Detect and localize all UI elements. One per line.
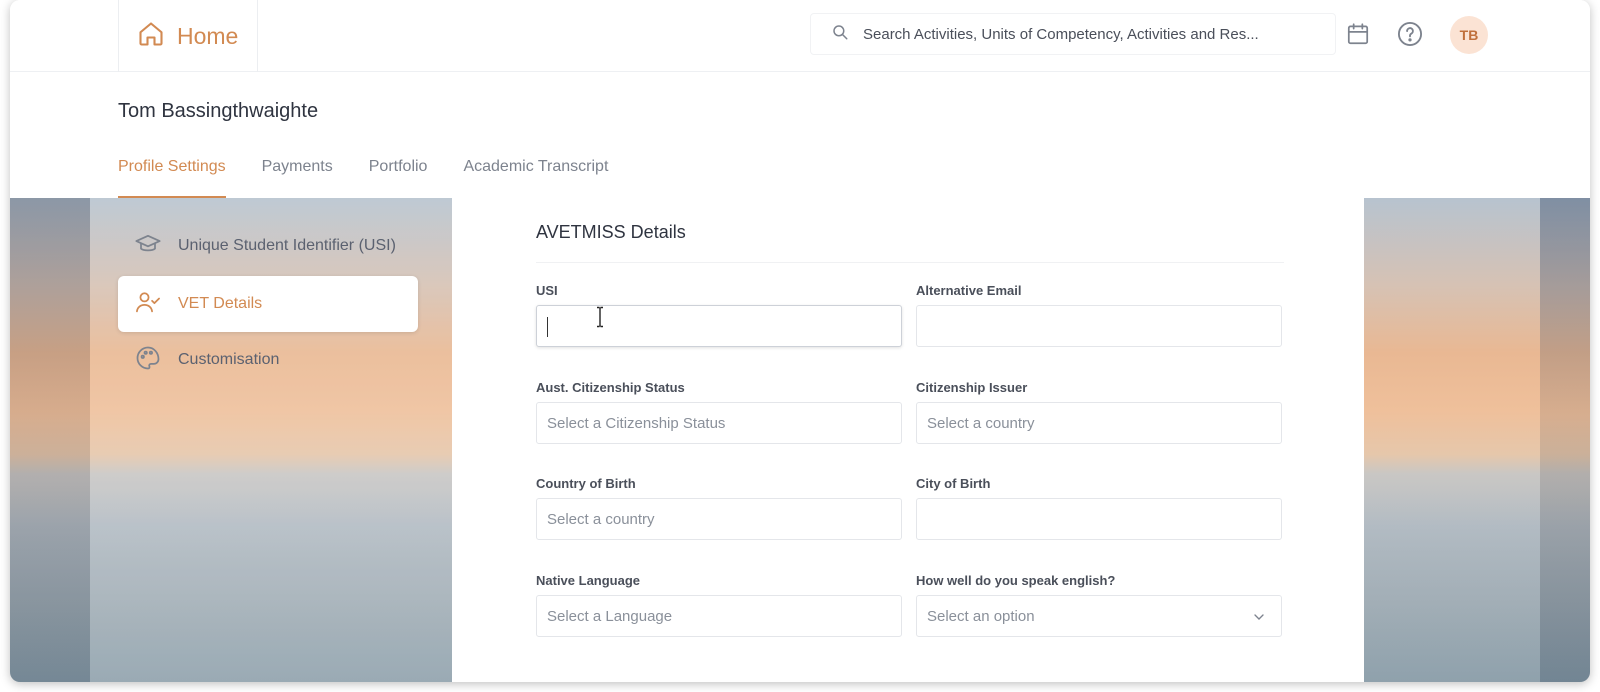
profile-name: Tom Bassingthwaighte xyxy=(118,100,319,122)
avetmiss-form-panel: AVETMISS Details USI Alternative Email A… xyxy=(452,198,1364,682)
sidebar-item-vet-details[interactable]: VET Details xyxy=(118,276,418,332)
native-language-select[interactable] xyxy=(536,595,902,637)
search-input[interactable] xyxy=(863,25,1303,43)
citizenship-status-select[interactable] xyxy=(536,402,902,444)
sidebar-item-customisation[interactable]: Customisation xyxy=(118,332,418,388)
usi-field[interactable] xyxy=(536,305,902,347)
tab-profile-settings[interactable]: Profile Settings xyxy=(118,156,226,198)
section-title: AVETMISS Details xyxy=(536,222,686,242)
home-label: Home xyxy=(177,22,239,49)
english-proficiency-input[interactable] xyxy=(927,607,1281,625)
sidebar-item-usi[interactable]: Unique Student Identifier (USI) xyxy=(118,218,418,274)
english-proficiency-label: How well do you speak english? xyxy=(916,573,1116,588)
alternative-email-label: Alternative Email xyxy=(916,283,1022,298)
graduation-cap-icon xyxy=(134,230,162,263)
usi-label: USI xyxy=(536,283,558,298)
background-edge-right xyxy=(1540,198,1590,682)
home-button[interactable]: Home xyxy=(118,0,258,72)
native-language-label: Native Language xyxy=(536,573,641,588)
calendar-icon[interactable] xyxy=(1344,20,1372,48)
citizenship-status-input[interactable] xyxy=(547,414,901,432)
background-edge-left xyxy=(10,198,90,682)
ibeam-cursor-icon xyxy=(594,306,606,328)
country-of-birth-label: Country of Birth xyxy=(536,476,636,491)
top-header: Home TB xyxy=(10,0,1590,72)
citizenship-issuer-input[interactable] xyxy=(927,414,1281,432)
alternative-email-input[interactable] xyxy=(927,317,1281,335)
sidebar-item-label: Unique Student Identifier (USI) xyxy=(178,237,396,254)
user-check-icon xyxy=(134,288,162,321)
alternative-email-field[interactable] xyxy=(916,305,1282,347)
tab-portfolio[interactable]: Portfolio xyxy=(369,156,428,198)
text-caret xyxy=(547,317,548,337)
chevron-down-icon xyxy=(1251,609,1267,625)
sidebar-item-label: Customisation xyxy=(178,351,280,368)
section-divider xyxy=(536,262,1284,263)
city-of-birth-input[interactable] xyxy=(927,510,1281,528)
help-icon[interactable] xyxy=(1396,20,1424,48)
avatar[interactable]: TB xyxy=(1450,16,1488,54)
profile-tabs: Profile Settings Payments Portfolio Acad… xyxy=(118,156,608,198)
search-bar[interactable] xyxy=(810,13,1336,55)
citizenship-issuer-label: Citizenship Issuer xyxy=(916,380,1028,395)
search-icon xyxy=(831,23,849,46)
native-language-input[interactable] xyxy=(547,607,901,625)
city-of-birth-field[interactable] xyxy=(916,498,1282,540)
palette-icon xyxy=(134,344,162,377)
english-proficiency-select[interactable] xyxy=(916,595,1282,637)
settings-sidenav: Unique Student Identifier (USI) VET Deta… xyxy=(90,198,452,682)
country-of-birth-select[interactable] xyxy=(536,498,902,540)
tab-academic-transcript[interactable]: Academic Transcript xyxy=(463,156,608,198)
app-window: Home TB Tom Bassingthwaighte Profil xyxy=(10,0,1590,682)
country-of-birth-input[interactable] xyxy=(547,510,901,528)
avatar-initials: TB xyxy=(1459,27,1479,43)
citizenship-status-label: Aust. Citizenship Status xyxy=(536,380,685,395)
tab-payments[interactable]: Payments xyxy=(262,156,333,198)
sidebar-item-label: VET Details xyxy=(178,295,263,312)
citizenship-issuer-select[interactable] xyxy=(916,402,1282,444)
home-icon xyxy=(137,20,165,53)
city-of-birth-label: City of Birth xyxy=(916,476,991,491)
